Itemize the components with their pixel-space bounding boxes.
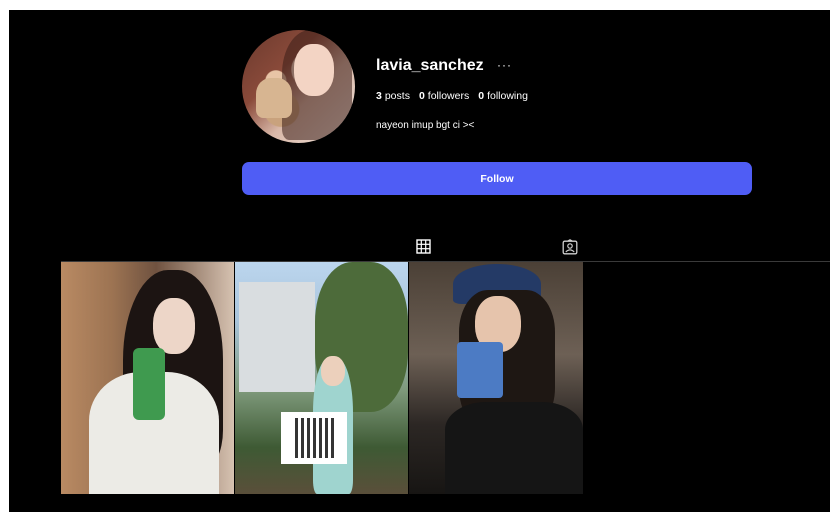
following-label: following	[487, 90, 528, 102]
profile-page: lavia_sanchez ··· 3 posts 0 followers 0 fol…	[9, 10, 830, 512]
post-thumbnail-1[interactable]	[61, 262, 234, 494]
posts-label: posts	[384, 90, 410, 102]
post-2-building-shape	[239, 282, 315, 392]
post-2-face-shape	[321, 356, 345, 386]
profile-bio: nayeon imup bgt ci ><	[376, 120, 475, 131]
stat-following[interactable]: 0 following	[478, 90, 528, 102]
profile-avatar[interactable]	[242, 30, 355, 143]
followers-label: followers	[427, 90, 470, 102]
posts-count: 3	[376, 90, 382, 102]
followers-count: 0	[418, 90, 425, 102]
tab-posts-grid[interactable]	[399, 232, 447, 262]
avatar-face-shape	[294, 44, 334, 96]
tagged-user-icon	[562, 239, 578, 255]
stat-posts: 3 posts	[376, 90, 410, 102]
grid-icon	[415, 239, 431, 254]
post-3-jacket-shape	[445, 402, 583, 494]
post-3-juicebox-shape	[457, 342, 503, 398]
avatar-cupcake-shape	[256, 78, 292, 118]
post-1-face-shape	[153, 298, 195, 354]
post-1-phone-shape	[133, 348, 165, 420]
more-horizontal-icon[interactable]: ···	[497, 58, 512, 72]
profile-username: lavia_sanchez	[376, 57, 484, 74]
post-thumbnail-3[interactable]	[409, 262, 583, 494]
post-2-qr-shape	[295, 418, 335, 458]
profile-stats: 3 posts 0 followers 0 following	[376, 90, 528, 102]
follow-button[interactable]: Follow	[242, 162, 752, 195]
tab-tagged[interactable]	[546, 232, 594, 262]
following-count: 0	[478, 90, 485, 102]
stat-followers[interactable]: 0 followers	[419, 90, 469, 102]
post-thumbnail-2[interactable]	[235, 262, 408, 494]
